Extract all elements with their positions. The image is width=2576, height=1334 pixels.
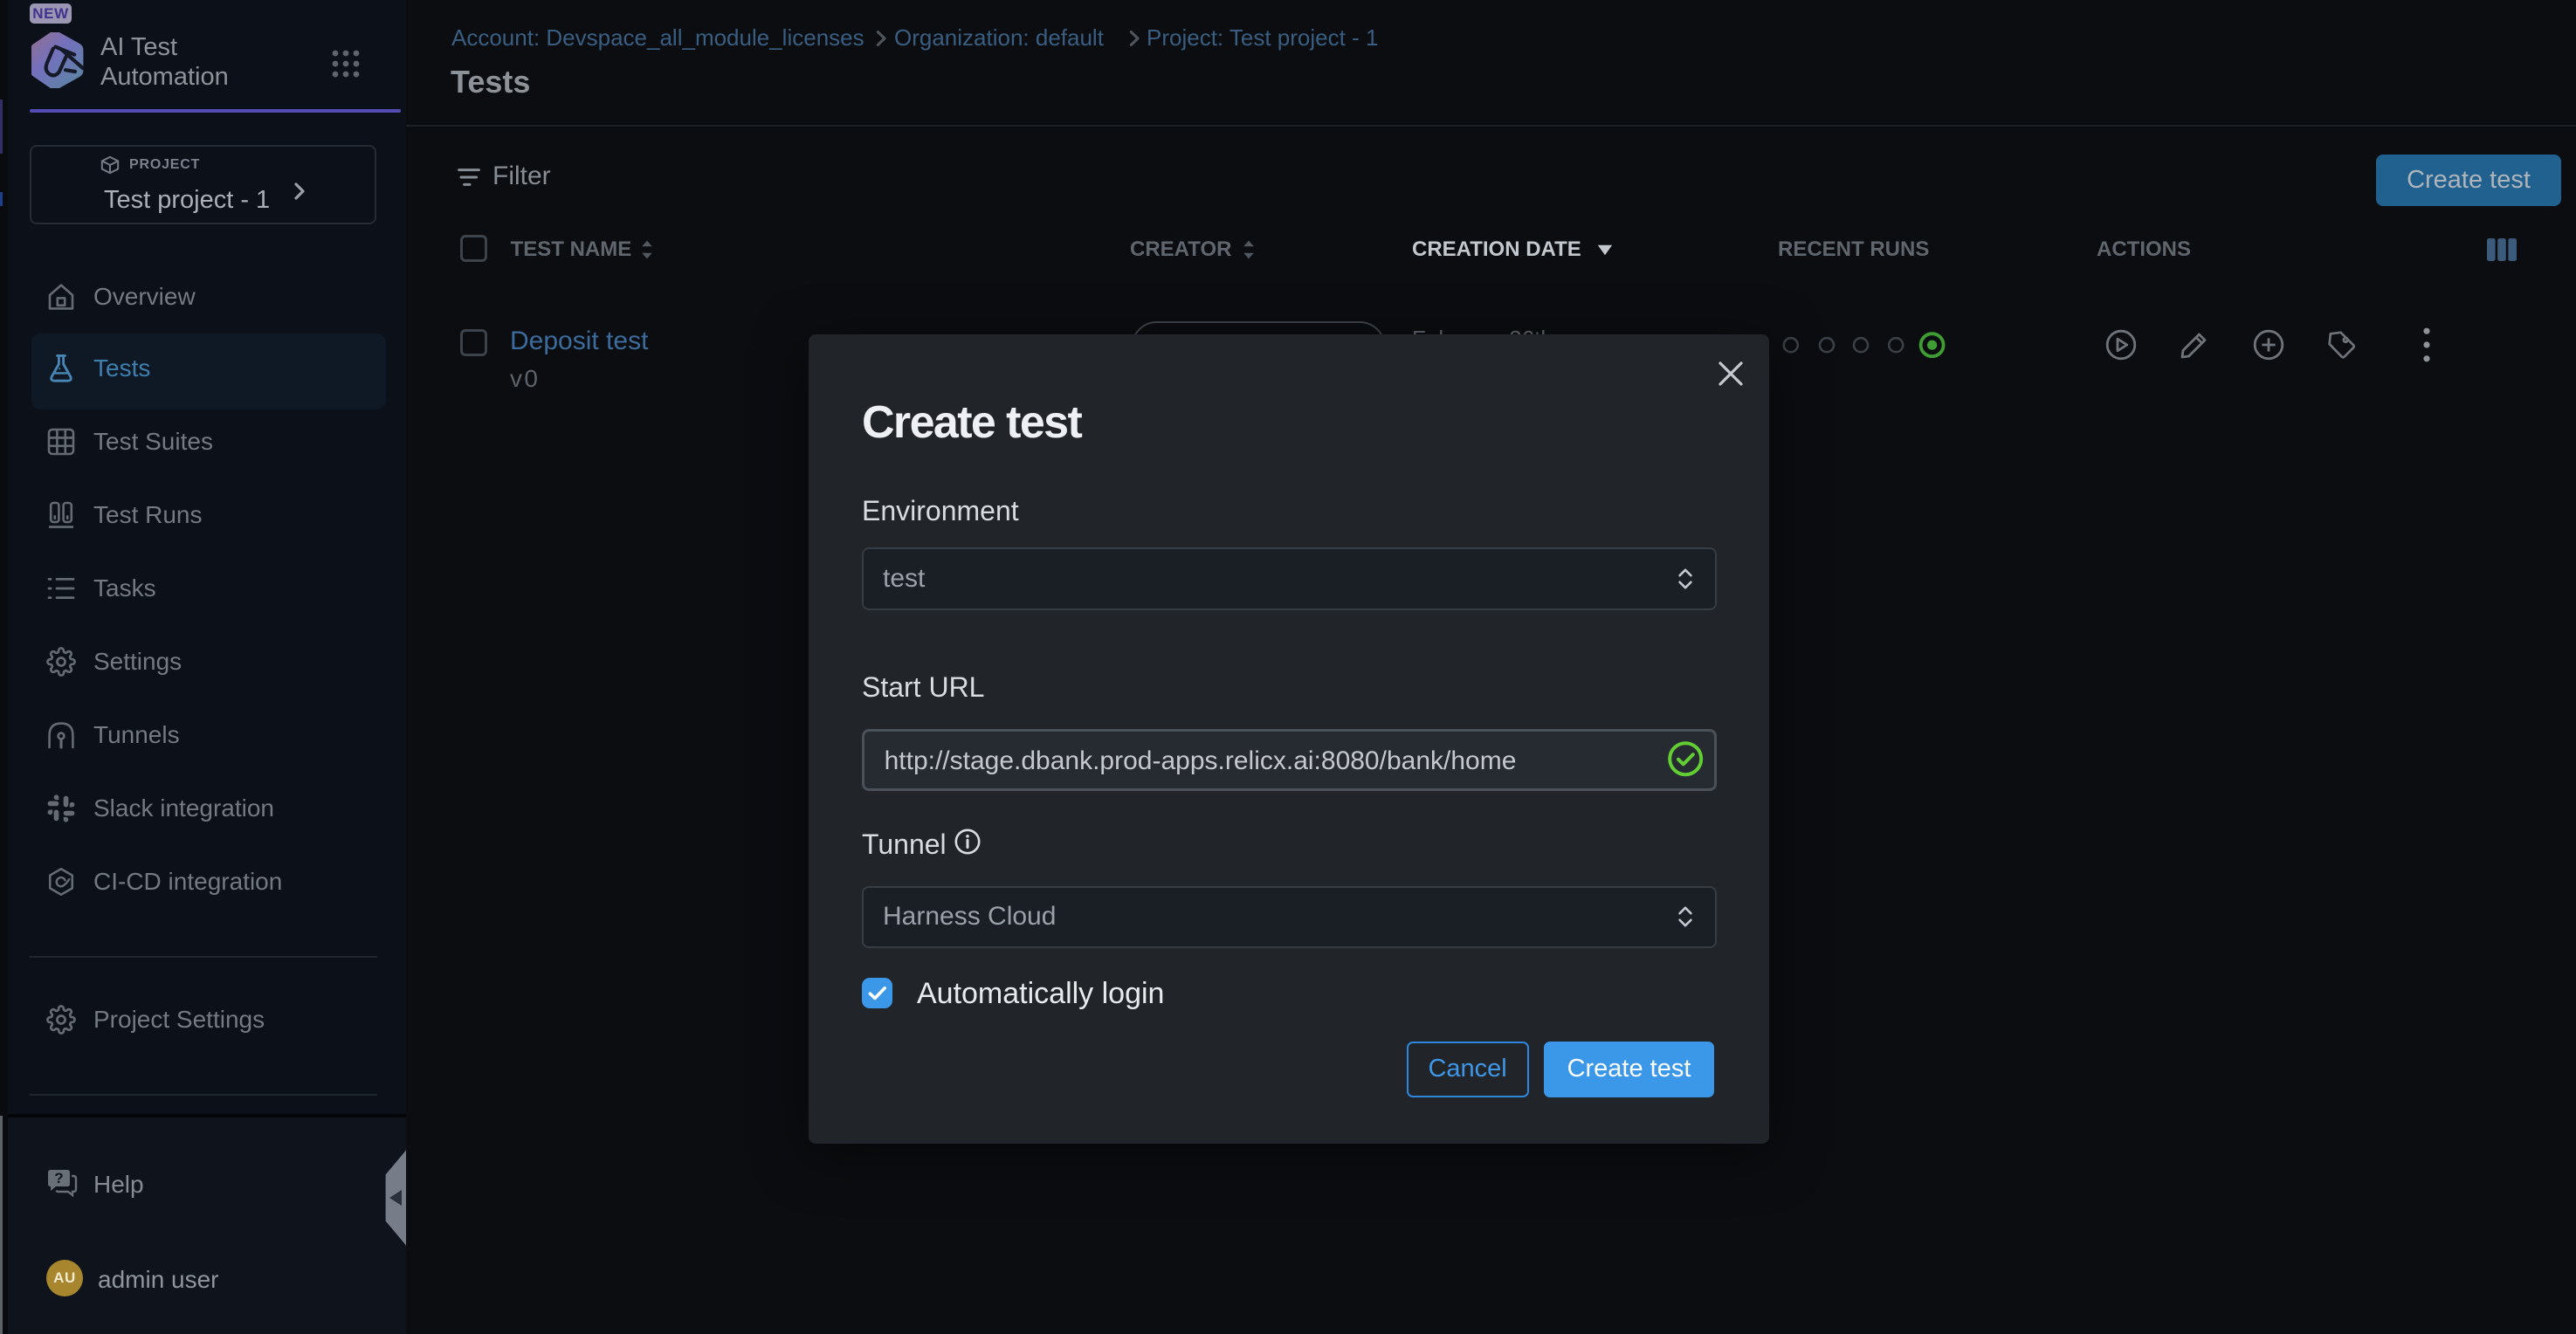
svg-text:?: ? — [54, 1170, 63, 1186]
